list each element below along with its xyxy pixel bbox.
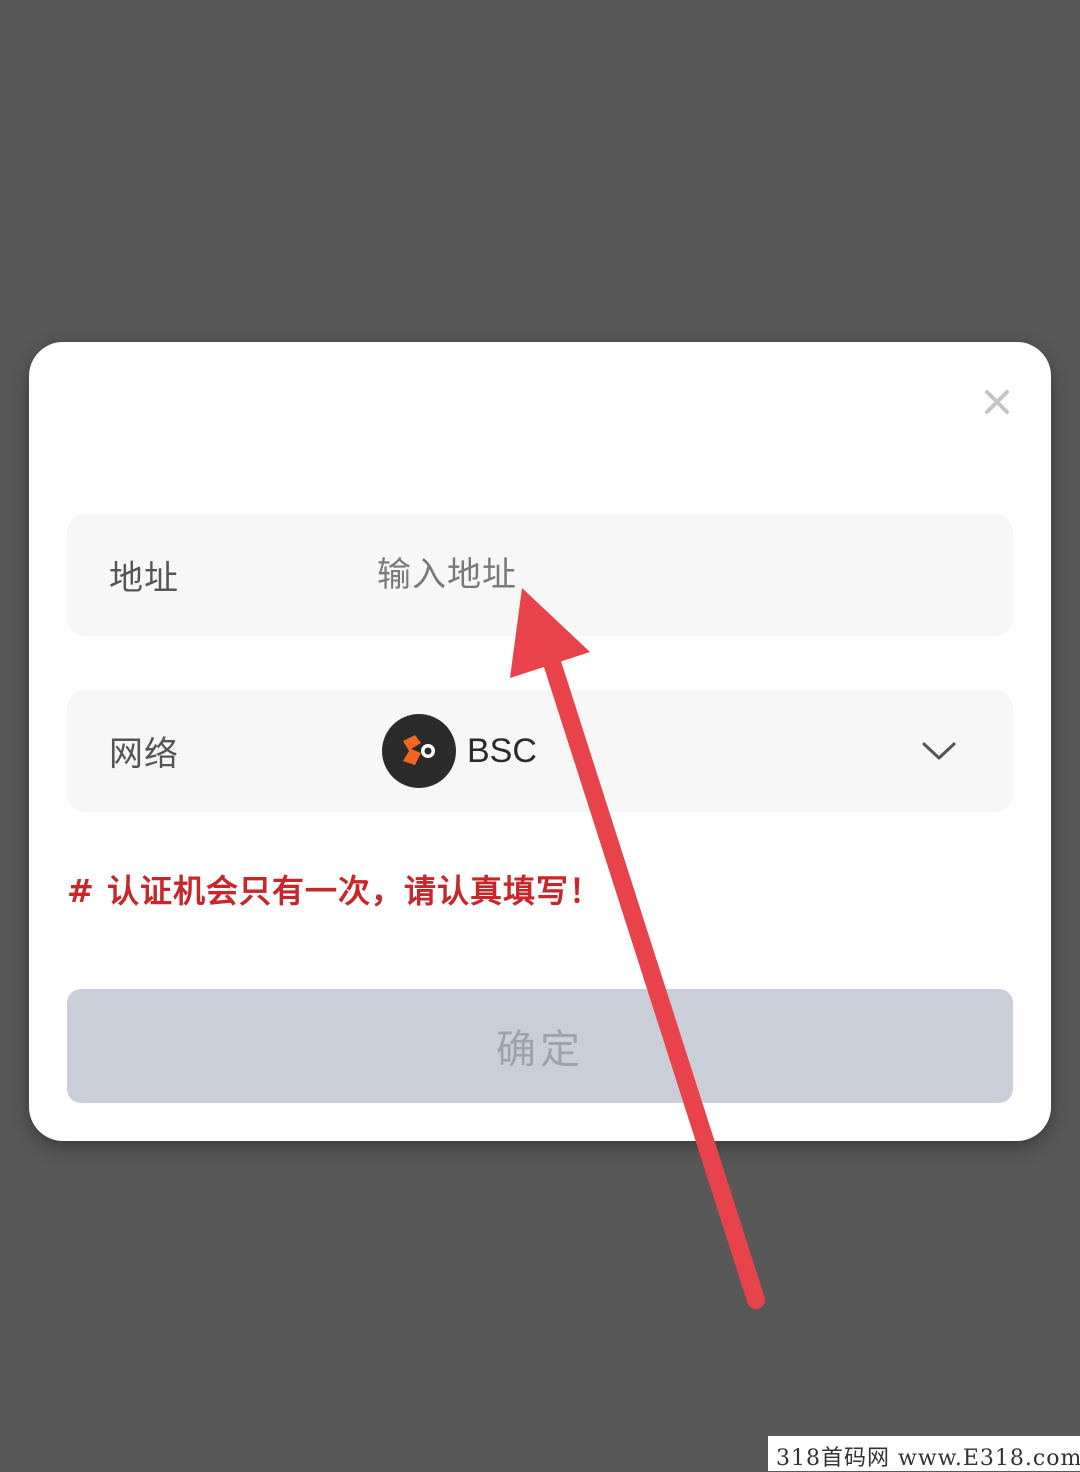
- close-button[interactable]: [977, 382, 1017, 422]
- network-select[interactable]: BSC: [377, 690, 1013, 812]
- bsc-logo-icon: [382, 714, 456, 788]
- address-dialog: 地址 网络 BSC # 认证机会只有一次，请认真填写！ 确定: [29, 342, 1051, 1141]
- address-field-row: 地址: [67, 514, 1013, 636]
- network-value: BSC: [467, 731, 537, 770]
- network-label: 网络: [109, 734, 179, 775]
- chevron-down-icon: [922, 742, 956, 760]
- confirm-button[interactable]: 确定: [67, 989, 1013, 1103]
- network-field-row: 网络 BSC: [67, 690, 1013, 812]
- address-input[interactable]: [377, 545, 977, 605]
- close-icon: [985, 390, 1009, 414]
- address-label: 地址: [109, 558, 179, 599]
- watermark: 318首码网 www.E318.com: [776, 1446, 1080, 1471]
- warning-text: # 认证机会只有一次，请认真填写！: [67, 872, 602, 910]
